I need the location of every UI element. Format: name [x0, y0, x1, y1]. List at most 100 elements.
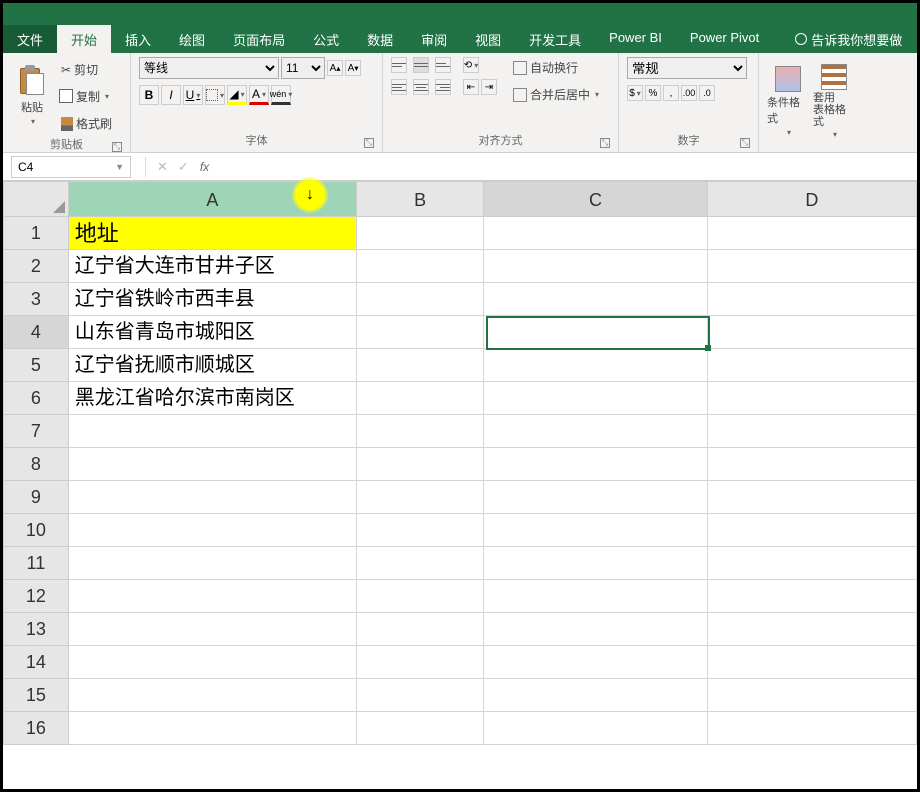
cell[interactable]: [69, 448, 357, 481]
conditional-format-button[interactable]: 条件格式▾: [767, 57, 809, 146]
cell[interactable]: [484, 481, 707, 514]
align-left-button[interactable]: [391, 79, 407, 95]
cell[interactable]: [69, 613, 357, 646]
cell[interactable]: [708, 580, 917, 613]
row-header[interactable]: 13: [3, 613, 69, 646]
cell[interactable]: [708, 547, 917, 580]
row-header[interactable]: 12: [3, 580, 69, 613]
col-header-A[interactable]: A: [69, 181, 357, 217]
increase-indent-button[interactable]: ⇥: [481, 79, 497, 95]
align-right-button[interactable]: [435, 79, 451, 95]
enter-icon[interactable]: ✓: [178, 159, 189, 174]
dialog-launcher-icon[interactable]: ⤡: [740, 138, 750, 148]
percent-button[interactable]: %: [645, 85, 661, 101]
cell[interactable]: [708, 316, 917, 349]
dialog-launcher-icon[interactable]: ⤡: [364, 138, 374, 148]
cell[interactable]: [357, 415, 485, 448]
tab-draw[interactable]: 绘图: [165, 25, 219, 53]
col-header-C[interactable]: C: [484, 181, 707, 217]
tab-review[interactable]: 审阅: [407, 25, 461, 53]
cell[interactable]: [484, 646, 707, 679]
cell[interactable]: [708, 283, 917, 316]
cell[interactable]: [708, 382, 917, 415]
font-color-button[interactable]: A▾: [249, 85, 269, 105]
tell-me[interactable]: 告诉我你想要做: [781, 25, 916, 53]
cell[interactable]: [69, 547, 357, 580]
tab-powerbi[interactable]: Power BI: [595, 25, 676, 53]
align-middle-button[interactable]: [413, 57, 429, 73]
number-format-select[interactable]: 常规: [627, 57, 747, 79]
row-header[interactable]: 11: [3, 547, 69, 580]
cell[interactable]: [708, 481, 917, 514]
tab-formulas[interactable]: 公式: [299, 25, 353, 53]
cell[interactable]: [357, 316, 485, 349]
cell[interactable]: [708, 217, 917, 250]
cell[interactable]: [708, 712, 917, 745]
cell[interactable]: 辽宁省铁岭市西丰县: [69, 283, 357, 316]
cell[interactable]: 辽宁省抚顺市顺城区: [69, 349, 357, 382]
cell[interactable]: [708, 514, 917, 547]
cell[interactable]: [357, 646, 485, 679]
bold-button[interactable]: B: [139, 85, 159, 105]
tab-file[interactable]: 文件: [3, 25, 57, 53]
cell[interactable]: [69, 514, 357, 547]
row-header[interactable]: 7: [3, 415, 69, 448]
cell[interactable]: [708, 349, 917, 382]
col-header-D[interactable]: D: [708, 181, 917, 217]
align-top-button[interactable]: [391, 57, 407, 73]
dialog-launcher-icon[interactable]: ⤡: [600, 138, 610, 148]
tab-layout[interactable]: 页面布局: [219, 25, 299, 53]
cell[interactable]: [69, 646, 357, 679]
cell[interactable]: [484, 613, 707, 646]
cell[interactable]: [484, 514, 707, 547]
phonetic-button[interactable]: wén▾: [271, 85, 291, 105]
font-size-select[interactable]: 11: [281, 57, 325, 79]
cell[interactable]: 黑龙江省哈尔滨市南岗区: [69, 382, 357, 415]
cell[interactable]: [357, 448, 485, 481]
cell[interactable]: [357, 217, 485, 250]
name-box[interactable]: C4▼: [11, 156, 131, 178]
cell[interactable]: [484, 250, 707, 283]
tab-insert[interactable]: 插入: [111, 25, 165, 53]
cell[interactable]: [484, 283, 707, 316]
cell[interactable]: [484, 547, 707, 580]
merge-center-button[interactable]: 合并后居中▾: [509, 84, 603, 105]
fx-icon[interactable]: fx: [200, 160, 209, 174]
cell[interactable]: [708, 415, 917, 448]
align-center-button[interactable]: [413, 79, 429, 95]
cell[interactable]: [357, 712, 485, 745]
decrease-indent-button[interactable]: ⇤: [463, 79, 479, 95]
dialog-launcher-icon[interactable]: ⤡: [112, 142, 122, 152]
cell[interactable]: [357, 580, 485, 613]
cell[interactable]: 辽宁省大连市甘井子区: [69, 250, 357, 283]
font-name-select[interactable]: 等线: [139, 57, 279, 79]
increase-font-button[interactable]: A▴: [327, 60, 343, 76]
cell[interactable]: [708, 250, 917, 283]
increase-decimal-button[interactable]: .00: [681, 85, 697, 101]
row-header[interactable]: 8: [3, 448, 69, 481]
cell[interactable]: [357, 382, 485, 415]
cell[interactable]: [484, 712, 707, 745]
col-header-B[interactable]: B: [357, 181, 485, 217]
cell[interactable]: [357, 613, 485, 646]
underline-button[interactable]: U▾: [183, 85, 203, 105]
decrease-decimal-button[interactable]: .0: [699, 85, 715, 101]
row-header[interactable]: 3: [3, 283, 69, 316]
row-header[interactable]: 2: [3, 250, 69, 283]
wrap-text-button[interactable]: 自动换行: [509, 57, 603, 78]
tab-view[interactable]: 视图: [461, 25, 515, 53]
cell[interactable]: [357, 283, 485, 316]
cell[interactable]: [357, 481, 485, 514]
spreadsheet-grid[interactable]: A B C D 1地址2辽宁省大连市甘井子区3辽宁省铁岭市西丰县4山东省青岛市城…: [3, 181, 917, 745]
copy-button[interactable]: 复制▾: [57, 86, 116, 107]
border-button[interactable]: ▾: [205, 85, 225, 105]
cell[interactable]: [357, 250, 485, 283]
tab-data[interactable]: 数据: [353, 25, 407, 53]
row-header[interactable]: 9: [3, 481, 69, 514]
cell[interactable]: [484, 316, 707, 349]
fill-color-button[interactable]: ◢▾: [227, 85, 247, 105]
cancel-icon[interactable]: ✕: [157, 159, 168, 174]
cell[interactable]: [484, 448, 707, 481]
orientation-button[interactable]: ⟲▾: [463, 57, 479, 73]
cell[interactable]: 地址: [69, 217, 357, 250]
